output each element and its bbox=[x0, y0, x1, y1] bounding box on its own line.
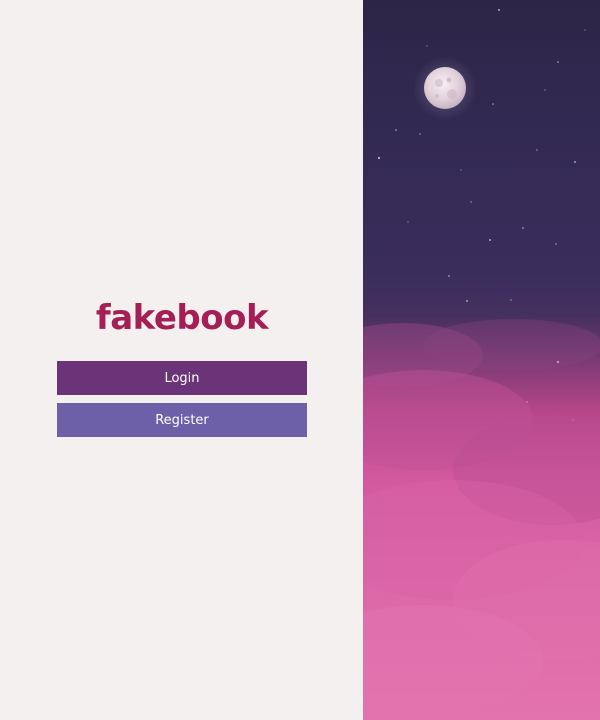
landing-page: fakebook Login Register bbox=[0, 0, 600, 720]
moon bbox=[424, 67, 466, 109]
auth-panel: fakebook Login Register bbox=[0, 0, 363, 720]
login-button[interactable]: Login bbox=[57, 361, 307, 395]
fakebook-logo: fakebook bbox=[95, 298, 269, 338]
register-button[interactable]: Register bbox=[57, 403, 307, 437]
night-sky-image bbox=[363, 0, 600, 720]
night-sky-moon-icon bbox=[363, 9, 600, 715]
clouds bbox=[363, 319, 600, 715]
